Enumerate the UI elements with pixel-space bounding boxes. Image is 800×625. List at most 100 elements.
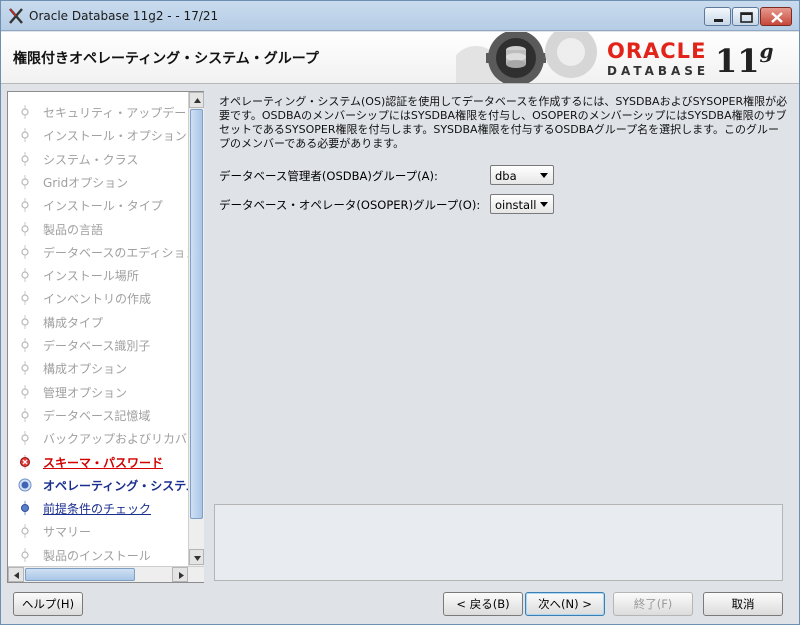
maximize-button[interactable]	[732, 7, 759, 26]
nav-step-item: 管理オプション	[8, 380, 188, 403]
nav-step-label: セキュリティ・アップデート	[43, 106, 188, 120]
horizontal-scroll-thumb[interactable]	[25, 568, 135, 581]
step-current-icon	[18, 478, 32, 492]
osoper-group-value: oinstall	[495, 198, 537, 212]
osoper-group-select[interactable]: oinstall	[490, 194, 554, 214]
arrow-right-icon	[179, 572, 184, 579]
nav-step-label: インストール・タイプ	[43, 199, 163, 214]
step-done-icon	[18, 174, 32, 189]
nav-step-item: インストール・オプション	[8, 123, 188, 146]
osdba-label: データベース管理者(OSDBA)グループ(A):	[219, 169, 438, 183]
step-done-icon	[18, 128, 32, 143]
nav-step-item: データベース記憶域	[8, 403, 188, 426]
nav-step-label: 管理オプション	[43, 385, 128, 400]
osoper-row: データベース・オペレータ(OSOPER)グループ(O): oinstall	[219, 194, 559, 214]
scroll-down-button[interactable]	[189, 549, 204, 565]
scroll-up-button[interactable]	[189, 92, 204, 108]
title-bar[interactable]: Oracle Database 11g2 - - 17/21	[1, 1, 799, 31]
vertical-scroll-thumb[interactable]	[190, 109, 203, 519]
nav-step-label: Gridオプション	[43, 175, 129, 190]
nav-step-item: 製品の言語	[8, 217, 188, 240]
arrow-left-icon	[14, 572, 19, 579]
oracle-brand: ORACLE	[607, 39, 707, 63]
osoper-label: データベース・オペレータ(OSOPER)グループ(O):	[219, 198, 481, 212]
step-done-icon	[18, 244, 32, 259]
step-done-icon	[18, 384, 32, 399]
finish-button[interactable]: 終了(F)	[613, 592, 693, 616]
osdba-row: データベース管理者(OSDBA)グループ(A): dba	[219, 165, 559, 185]
installer-window: Oracle Database 11g2 - - 17/21 権限付きオペレーテ…	[0, 0, 800, 625]
step-done-icon	[18, 221, 32, 236]
database-product: DATABASE	[607, 64, 710, 78]
step-done-icon	[18, 105, 32, 119]
nav-step-label: データベースのエディション	[43, 245, 188, 260]
minimize-icon	[714, 19, 723, 22]
nav-step-item: バックアップおよびリカバリ	[8, 426, 188, 449]
step-pending-icon	[18, 524, 32, 539]
nav-step-label: 前提条件のチェック	[43, 502, 152, 517]
oracle-x-icon	[9, 8, 23, 24]
nav-step-item: システム・クラス	[8, 147, 188, 170]
nav-step-item: データベース識別子	[8, 333, 188, 356]
nav-step-item: インベントリの作成	[8, 286, 188, 309]
next-button[interactable]: 次へ(N) >	[525, 592, 605, 616]
nav-step-label: オペレーティング・システム・グループ	[43, 478, 188, 493]
description-text: オペレーティング・システム(OS)認証を使用してデータベースを作成するには、SY…	[219, 95, 788, 150]
nav-step-item[interactable]: 前提条件のチェック	[8, 496, 188, 519]
message-area	[214, 504, 783, 581]
nav-step-label: スキーマ・パスワード	[43, 455, 164, 470]
step-done-icon	[18, 151, 32, 166]
step-error-icon	[18, 454, 32, 469]
osdba-group-value: dba	[495, 169, 517, 183]
help-button[interactable]: ヘルプ(H)	[13, 592, 83, 616]
back-button[interactable]: < 戻る(B)	[443, 592, 523, 616]
nav-step-item[interactable]: スキーマ・パスワード	[8, 450, 188, 473]
nav-step-item: 構成タイプ	[8, 310, 188, 333]
step-done-icon	[18, 291, 32, 306]
nav-step-label: 製品の言語	[43, 222, 104, 237]
nav-step-label: インストール・オプション	[43, 129, 187, 144]
nav-step-label: 構成オプション	[43, 362, 128, 377]
step-done-icon	[18, 198, 32, 213]
nav-step-item[interactable]: オペレーティング・システム・グループ	[8, 472, 188, 496]
nav-step-label: データベース識別子	[43, 339, 151, 353]
nav-step-label: 構成タイプ	[43, 315, 104, 330]
step-done-icon	[18, 338, 32, 352]
scroll-right-button[interactable]	[172, 567, 188, 582]
chevron-down-icon	[540, 173, 548, 178]
step-done-icon	[18, 407, 32, 422]
nav-step-item: インストール・タイプ	[8, 193, 188, 216]
cancel-button[interactable]: 取消	[703, 592, 783, 616]
version-number: 11	[715, 42, 760, 80]
nav-step-label: データベース記憶域	[43, 408, 151, 423]
nav-step-item: 構成オプション	[8, 356, 188, 379]
vertical-scrollbar[interactable]	[188, 92, 204, 566]
step-done-icon	[18, 361, 32, 376]
nav-step-item: Gridオプション	[8, 170, 188, 193]
scroll-left-button[interactable]	[8, 567, 24, 582]
step-pending-icon	[18, 547, 32, 562]
step-done-icon	[18, 268, 32, 283]
horizontal-scrollbar[interactable]	[8, 566, 204, 582]
step-navigation: セキュリティ・アップデート インストール・オプション システム・クラス Gridオプシ…	[7, 91, 204, 583]
arrow-up-icon	[194, 98, 201, 103]
chevron-down-icon	[540, 202, 548, 207]
oracle-logo: ORACLE DATABASE	[607, 40, 717, 78]
header-banner: 権限付きオペレーティング・システム・グループ ORACLE DATABASE 1…	[1, 32, 799, 84]
gears-icon	[456, 32, 597, 83]
close-button[interactable]	[760, 7, 792, 26]
osdba-group-select[interactable]: dba	[490, 165, 554, 185]
nav-step-item: 製品のインストール	[8, 543, 188, 566]
version-suffix: g	[759, 39, 774, 63]
nav-step-label: システム・クラス	[43, 152, 139, 167]
nav-step-label: 製品のインストール	[43, 548, 151, 563]
nav-step-item: インストール場所	[8, 263, 188, 286]
step-done-icon	[18, 431, 32, 446]
window-title: Oracle Database 11g2 - - 17/21	[29, 9, 219, 23]
main-panel: オペレーティング・システム(OS)認証を使用してデータベースを作成するには、SY…	[214, 91, 794, 583]
nav-step-item: サマリー	[8, 519, 188, 542]
nav-step-item: データベースのエディション	[8, 240, 188, 263]
step-done-icon	[18, 314, 32, 329]
step-link-icon	[18, 501, 32, 516]
minimize-button[interactable]	[704, 7, 731, 26]
